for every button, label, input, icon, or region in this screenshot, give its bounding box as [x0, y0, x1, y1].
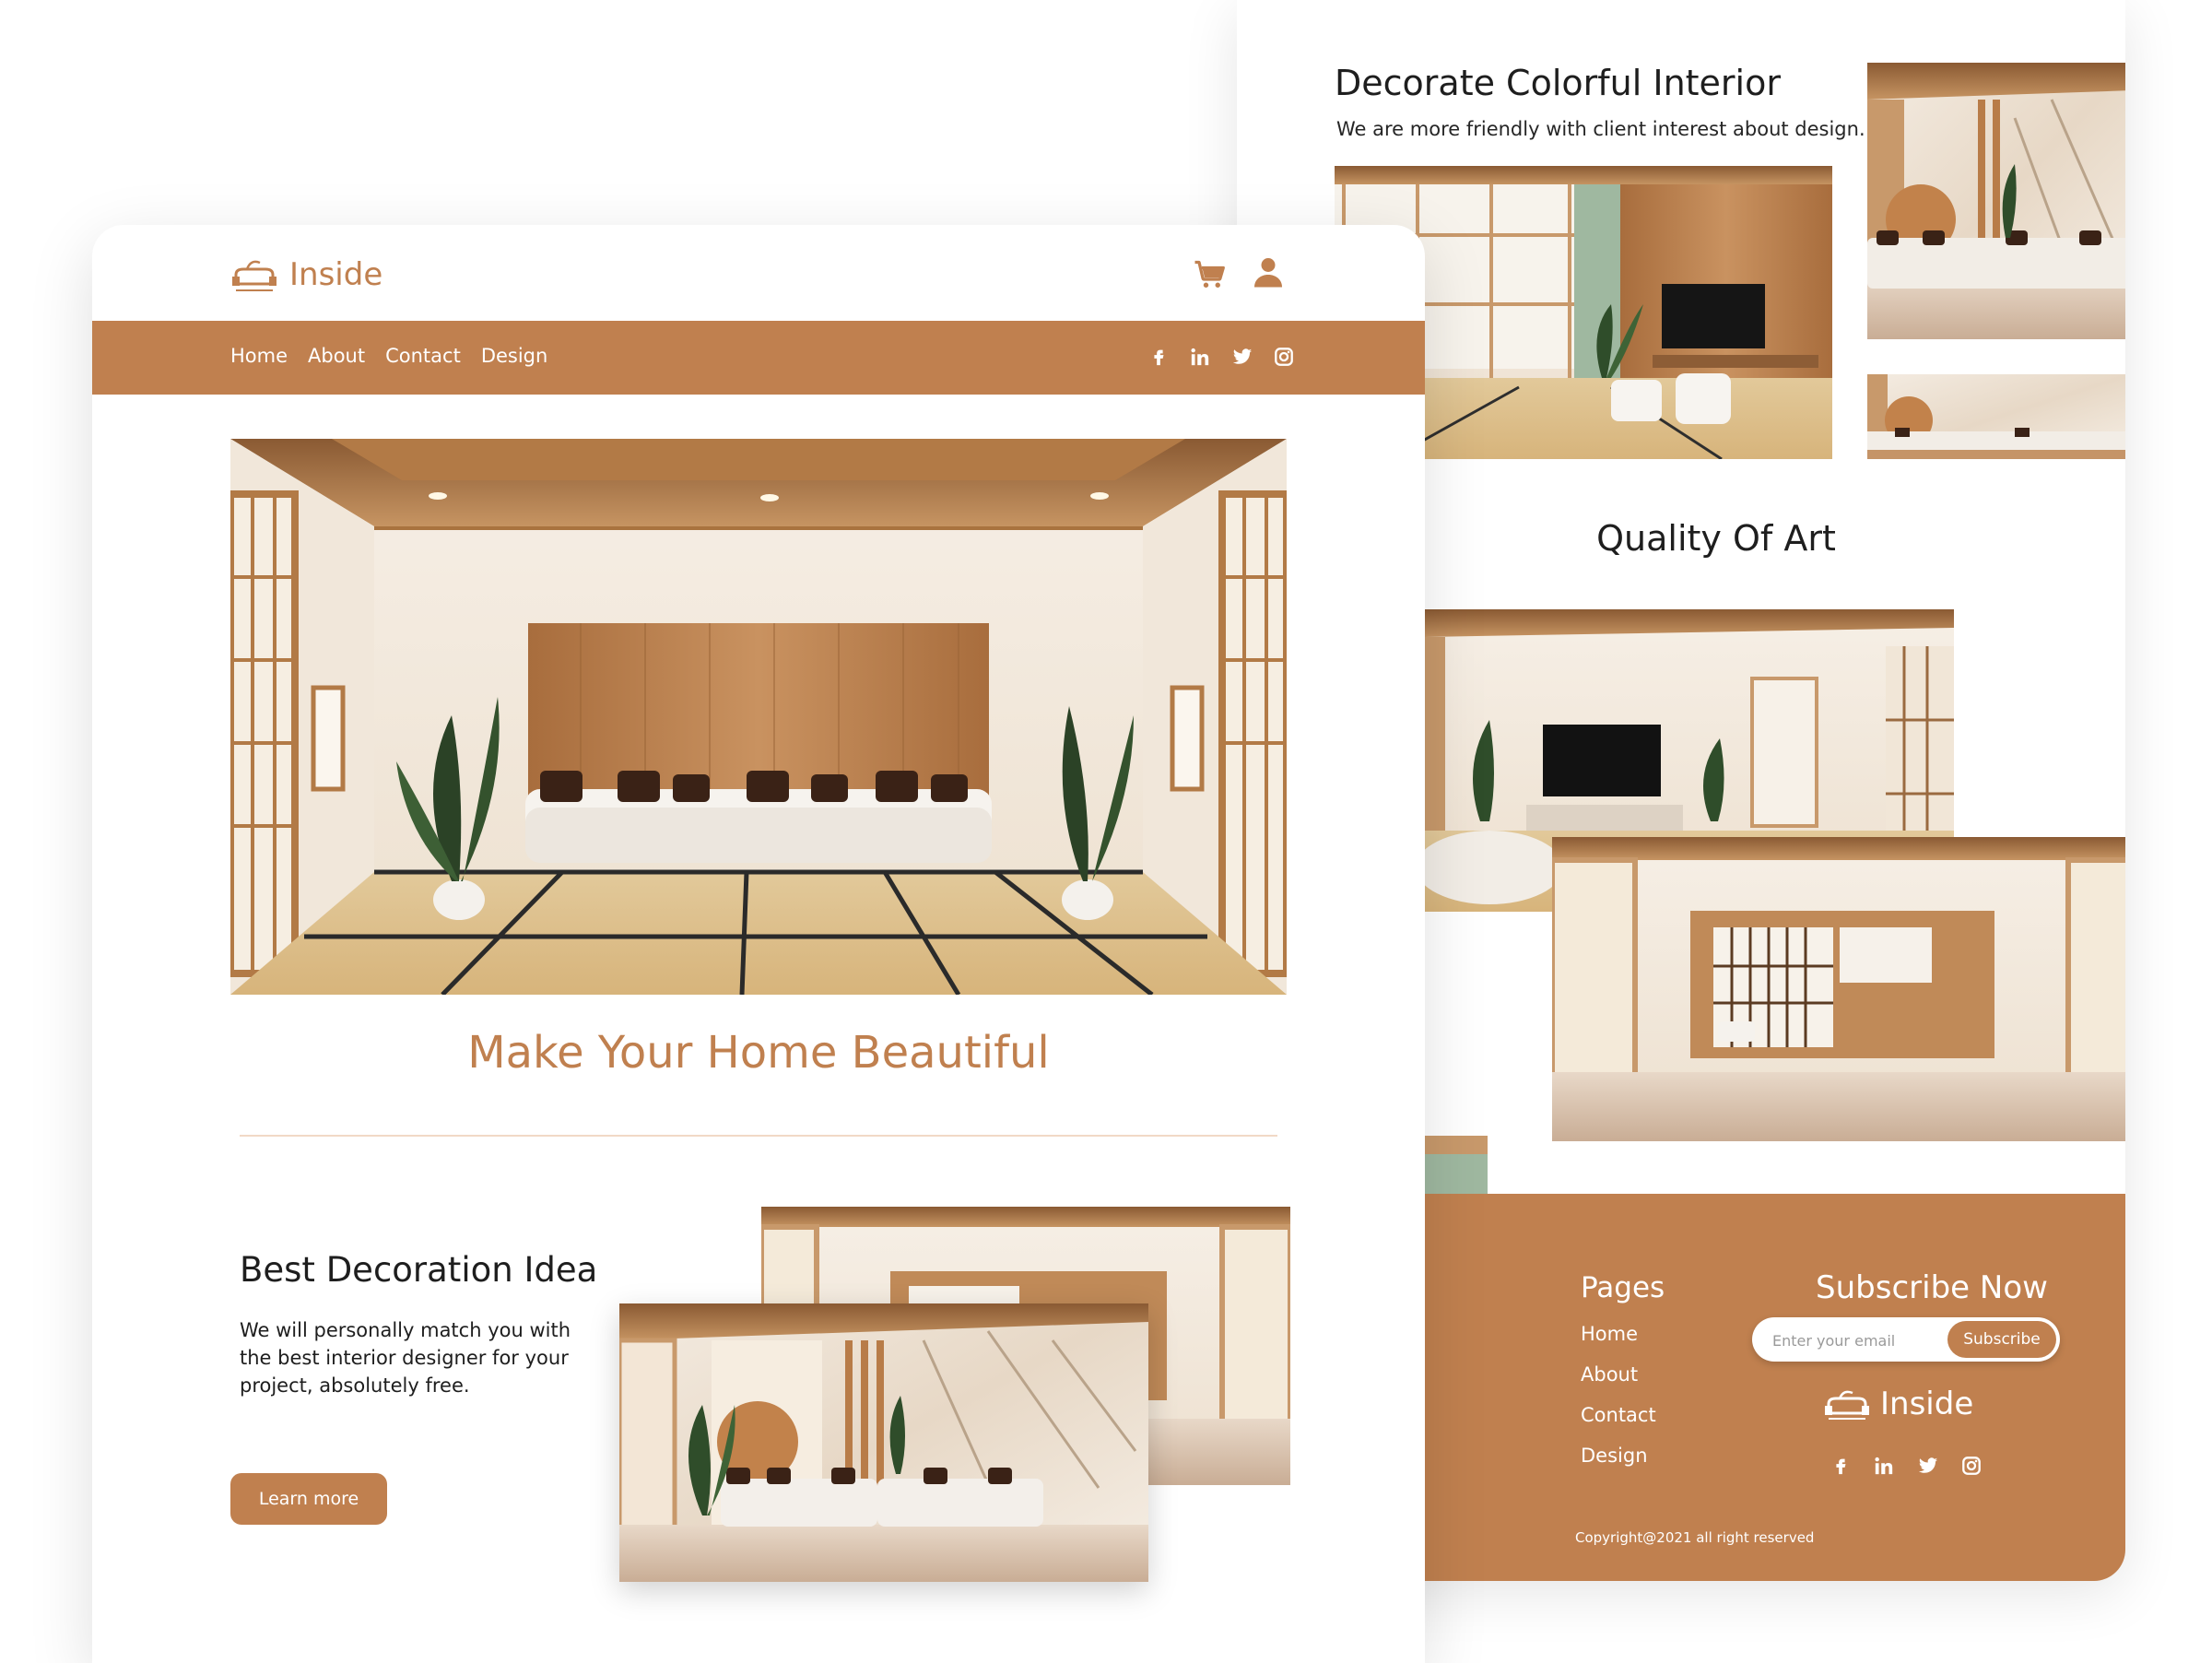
- decoration-body: We will personally match you with the be…: [240, 1319, 571, 1397]
- subscribe-form: Subscribe: [1752, 1317, 2060, 1362]
- sofa-logo-icon: [1825, 1390, 1869, 1420]
- twitter-icon[interactable]: [1231, 347, 1253, 367]
- footer-link-home[interactable]: Home: [1581, 1323, 1656, 1345]
- footer-link-about[interactable]: About: [1581, 1363, 1656, 1386]
- decoration-image-front: [619, 1303, 1148, 1582]
- instagram-icon[interactable]: [1274, 347, 1294, 367]
- nav-link-about[interactable]: About: [308, 345, 365, 367]
- marble-room-thumb: [1867, 374, 2125, 459]
- cart-icon[interactable]: [1193, 258, 1228, 291]
- subscribe-button[interactable]: Subscribe: [1947, 1321, 2056, 1358]
- footer-pages-title: Pages: [1581, 1271, 1665, 1304]
- footer: Pages Home About Contact Design Subscrib…: [1425, 1194, 2125, 1581]
- hero-headline: Make Your Home Beautiful: [467, 1027, 1050, 1079]
- sofa-logo-icon: [232, 260, 276, 291]
- instagram-icon[interactable]: [1961, 1456, 1982, 1476]
- marble-room-image: [1867, 63, 2125, 339]
- quality-window-room-image: [1552, 837, 2125, 1141]
- colorful-title: Decorate Colorful Interior: [1335, 63, 1781, 103]
- brand-name: Inside: [289, 256, 383, 293]
- nav-link-contact[interactable]: Contact: [385, 345, 461, 367]
- email-input[interactable]: [1771, 1328, 1940, 1352]
- footer-brand-name: Inside: [1880, 1386, 1974, 1422]
- footer-brand: Inside: [1823, 1386, 1973, 1422]
- nav-link-home[interactable]: Home: [230, 345, 288, 367]
- footer-pages-list: Home About Contact Design: [1581, 1323, 1656, 1467]
- facebook-icon[interactable]: [1830, 1456, 1851, 1476]
- footer-link-design[interactable]: Design: [1581, 1445, 1656, 1467]
- copyright: Copyright@2021 all right reserved: [1575, 1529, 1815, 1546]
- nav-links: Home About Contact Design: [230, 345, 547, 367]
- footer-social: [1830, 1456, 1982, 1476]
- facebook-icon[interactable]: [1148, 347, 1169, 367]
- colorful-subtitle: We are more friendly with client interes…: [1336, 118, 1865, 140]
- quality-title: Quality Of Art: [1596, 518, 1836, 559]
- footer-link-contact[interactable]: Contact: [1581, 1404, 1656, 1426]
- header-brand[interactable]: Inside: [230, 254, 382, 295]
- nav-social: [1148, 347, 1294, 367]
- nav-bar: Home About Contact Design: [92, 321, 1425, 395]
- front-page-panel: Inside Home About Contact Design Make Yo…: [92, 225, 1425, 1663]
- hero-image: [230, 439, 1287, 995]
- linkedin-icon[interactable]: [1189, 347, 1211, 367]
- twitter-icon[interactable]: [1917, 1456, 1939, 1476]
- learn-more-button[interactable]: Learn more: [230, 1473, 387, 1525]
- decoration-title: Best Decoration Idea: [240, 1250, 598, 1290]
- linkedin-icon[interactable]: [1873, 1456, 1895, 1476]
- subscribe-title: Subscribe Now: [1816, 1269, 2048, 1306]
- user-icon[interactable]: [1252, 254, 1285, 289]
- divider: [240, 1135, 1277, 1137]
- nav-link-design[interactable]: Design: [481, 345, 548, 367]
